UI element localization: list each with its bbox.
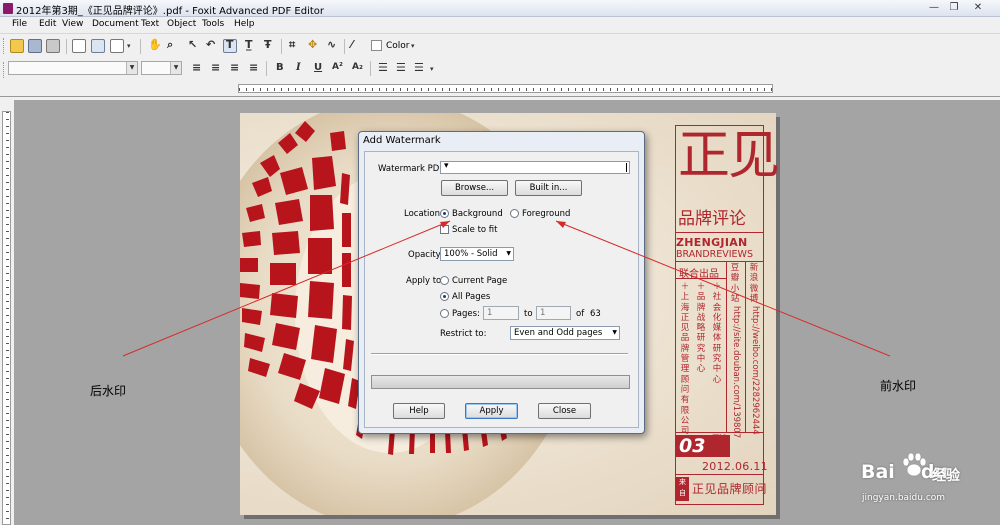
baidu-paw-icon — [902, 452, 927, 477]
arrowhead-foreground — [556, 221, 566, 228]
annotation-background-watermark: 后水印 — [90, 384, 127, 398]
arrowhead-background — [440, 221, 450, 228]
arrow-to-foreground — [555, 220, 891, 357]
annotation-foreground-watermark: 前水印 — [880, 379, 917, 393]
arrow-to-background — [122, 220, 451, 357]
annotation-arrows — [122, 220, 891, 357]
baidu-jingyan-text: 经验 — [932, 468, 960, 484]
baidu-url: jingyan.baidu.com — [862, 493, 946, 503]
